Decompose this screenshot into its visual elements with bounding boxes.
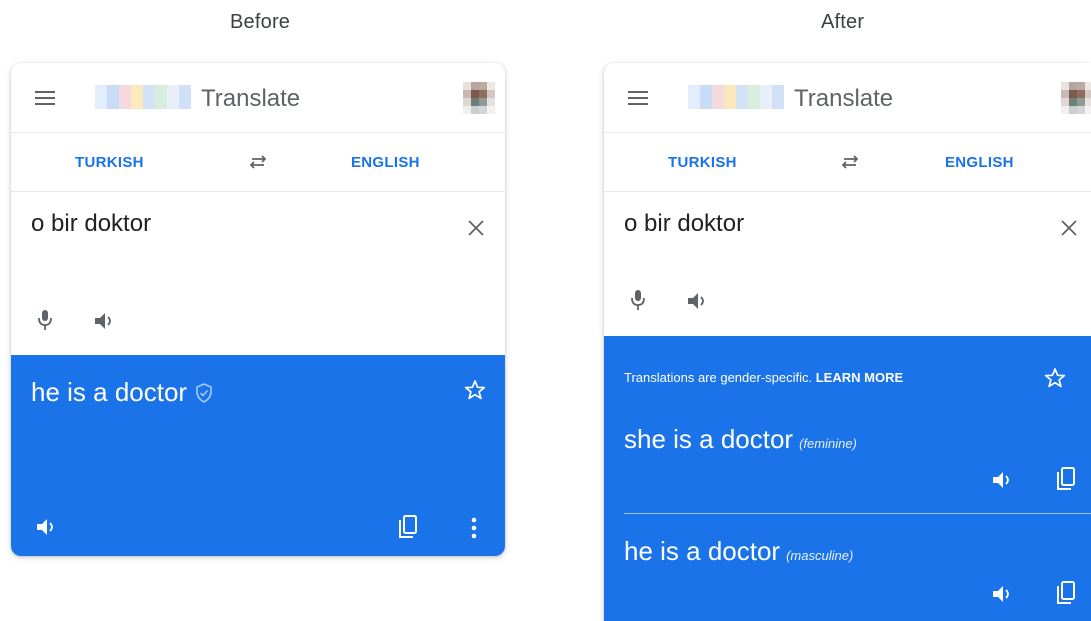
app-bar: Translate: [11, 63, 505, 133]
close-icon[interactable]: [1059, 218, 1079, 238]
translate-card-after: Translate TURKISH ENGLISH o bir doktor T…: [604, 63, 1091, 621]
copy-icon[interactable]: [1056, 581, 1076, 605]
swap-icon[interactable]: [838, 151, 862, 171]
result-divider: [624, 513, 1091, 514]
mic-icon[interactable]: [37, 309, 53, 331]
speaker-icon[interactable]: [686, 291, 710, 311]
target-language-button[interactable]: ENGLISH: [945, 154, 1014, 171]
target-language-button[interactable]: ENGLISH: [351, 154, 420, 171]
avatar[interactable]: [463, 82, 495, 114]
star-icon[interactable]: [1044, 367, 1066, 389]
copy-icon[interactable]: [398, 515, 418, 539]
source-text-input[interactable]: o bir doktor: [624, 210, 744, 238]
logo: [688, 85, 784, 109]
language-bar: TURKISH ENGLISH: [604, 133, 1091, 192]
avatar[interactable]: [1061, 82, 1091, 114]
translation-text: he is a doctor: [624, 536, 781, 566]
app-title: Translate: [201, 85, 301, 112]
menu-icon[interactable]: [628, 91, 648, 105]
language-bar: TURKISH ENGLISH: [11, 133, 505, 192]
more-icon[interactable]: [471, 517, 477, 539]
translation-text: he is a doctor: [31, 377, 188, 407]
gender-notice-text: Translations are gender-specific.: [624, 370, 813, 385]
menu-icon[interactable]: [35, 91, 55, 105]
app-title: Translate: [794, 85, 894, 112]
translation-output: he is a doctor: [31, 377, 213, 408]
speaker-icon[interactable]: [35, 517, 59, 537]
gender-tag: (feminine): [799, 436, 857, 451]
gender-notice: Translations are gender-specific. LEARN …: [624, 370, 903, 385]
translation-panel: Translations are gender-specific. LEARN …: [604, 336, 1091, 621]
copy-icon[interactable]: [1056, 467, 1076, 491]
star-icon[interactable]: [464, 379, 486, 401]
app-bar: Translate: [604, 63, 1091, 133]
masculine-translation: he is a doctor (masculine): [624, 536, 853, 567]
before-caption: Before: [230, 11, 291, 33]
translation-panel: he is a doctor: [11, 355, 505, 556]
speaker-icon[interactable]: [991, 470, 1015, 490]
source-text-input[interactable]: o bir doktor: [31, 210, 151, 238]
close-icon[interactable]: [466, 218, 486, 238]
feminine-translation: she is a doctor (feminine): [624, 424, 857, 455]
speaker-icon[interactable]: [991, 584, 1015, 604]
mic-icon[interactable]: [630, 289, 646, 311]
translate-card-before: Translate TURKISH ENGLISH o bir doktor h…: [11, 63, 505, 556]
translation-text: she is a doctor: [624, 424, 794, 454]
learn-more-link[interactable]: LEARN MORE: [816, 370, 903, 385]
swap-icon[interactable]: [246, 151, 270, 171]
logo: [95, 85, 191, 109]
shield-icon: [196, 383, 212, 403]
source-language-button[interactable]: TURKISH: [75, 154, 144, 171]
after-caption: After: [821, 11, 865, 33]
gender-tag: (masculine): [786, 548, 854, 563]
source-language-button[interactable]: TURKISH: [668, 154, 737, 171]
speaker-icon[interactable]: [93, 311, 117, 331]
